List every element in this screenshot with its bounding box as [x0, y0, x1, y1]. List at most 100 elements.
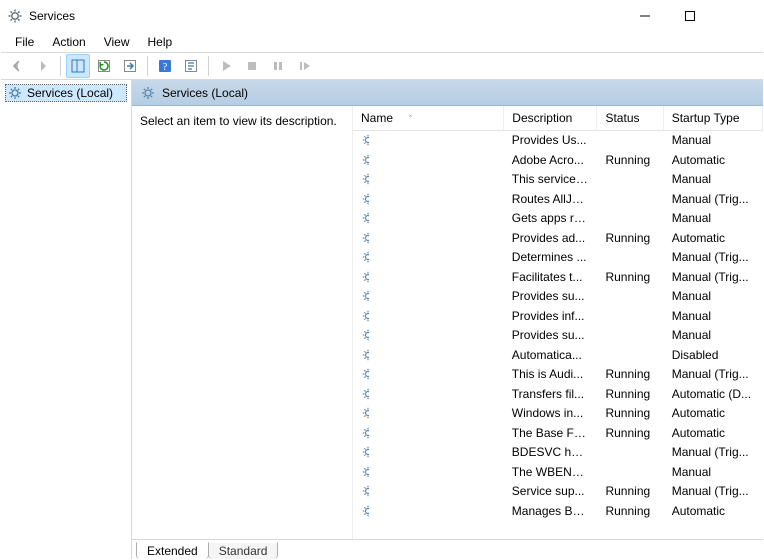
content-header: Services (Local): [132, 80, 763, 106]
service-name-cell[interactable]: Application Layer Gateway ...: [353, 287, 370, 307]
view-tabs: Extended Standard: [132, 539, 763, 559]
table-row[interactable]: Auto Time Zone Updater Automatica... Disab…: [353, 345, 763, 365]
table-row[interactable]: AllJoyn Router ServiceRoutes AllJo...Man…: [353, 189, 763, 209]
content-pane: Services (Local) Select an item to view …: [132, 80, 763, 559]
service-status-cell: Running: [597, 501, 663, 521]
minimize-button[interactable]: [622, 2, 667, 30]
table-row[interactable]: Bluetooth Audio Gateway S...Service sup.…: [353, 482, 763, 502]
service-status-cell: [597, 462, 663, 482]
col-header-name[interactable]: Nameˆ: [353, 106, 504, 130]
col-header-description[interactable]: Description: [504, 106, 597, 130]
menu-view[interactable]: View: [96, 33, 138, 51]
menu-file[interactable]: File: [7, 33, 42, 51]
service-status-cell: [597, 248, 663, 268]
service-startup-cell: Manual (Trig...: [663, 189, 762, 209]
table-row[interactable]: Background Intelligent Tran...Transfers …: [353, 384, 763, 404]
table-row[interactable]: ActiveX Installer (AxInstSV)Provides Us.…: [353, 130, 763, 150]
service-list-wrap: Nameˆ Description Status Startup Type Ac…: [352, 106, 763, 539]
table-row[interactable]: App Readiness Gets apps re... Manual: [353, 209, 763, 229]
service-name-cell[interactable]: Base Filtering Engine: [353, 423, 370, 443]
service-name-cell[interactable]: ActiveX Installer (AxInstSV): [353, 131, 370, 151]
service-name-cell[interactable]: Background Tasks Infrastru...: [353, 404, 370, 424]
table-row[interactable]: Application IdentityDetermines ...Manual…: [353, 248, 763, 268]
nav-root-item[interactable]: Services (Local): [5, 84, 127, 102]
service-name-cell[interactable]: Auto Time Zone Updater: [353, 345, 370, 365]
toolbar-separator: [208, 56, 209, 76]
service-status-cell: Running: [597, 365, 663, 385]
app-icon: [7, 8, 23, 24]
service-status-cell: Running: [597, 267, 663, 287]
table-row[interactable]: Application InformationFacilitates t...R…: [353, 267, 763, 287]
tab-extended[interactable]: Extended: [136, 542, 209, 559]
menu-action[interactable]: Action: [44, 33, 93, 51]
service-name-cell[interactable]: Application Identity: [353, 248, 370, 268]
table-row[interactable]: Bluetooth Driver Managem...Manages BT...…: [353, 501, 763, 521]
service-name-cell[interactable]: ASP.NET State Service: [353, 326, 370, 346]
service-description-cell: BDESVC hos...: [504, 443, 597, 463]
col-header-startup[interactable]: Startup Type: [663, 106, 762, 130]
service-name-cell[interactable]: AllJoyn Router Service: [353, 189, 370, 209]
service-name-cell[interactable]: Block Level Backup Engine ...: [353, 462, 370, 482]
tab-standard[interactable]: Standard: [208, 542, 279, 559]
service-name-cell[interactable]: BitLocker Drive Encryption ...: [353, 443, 370, 463]
service-description-cell: Provides ad...: [504, 228, 597, 248]
service-startup-cell: Disabled: [663, 345, 762, 365]
table-row[interactable]: Block Level Backup Engine ...The WBENG..…: [353, 462, 763, 482]
service-description-cell: Gets apps re...: [504, 209, 597, 229]
table-row[interactable]: Application Layer Gateway ...Provides su…: [353, 287, 763, 307]
service-startup-cell: Automatic: [663, 228, 762, 248]
service-status-cell: [597, 443, 663, 463]
service-name-cell[interactable]: Application Host Helper Ser...: [353, 228, 370, 248]
service-list-scroll[interactable]: Nameˆ Description Status Startup Type Ac…: [353, 106, 763, 539]
refresh-button[interactable]: [92, 54, 116, 78]
gear-icon: [361, 348, 370, 362]
table-row[interactable]: Background Tasks Infrastru...Windows in.…: [353, 404, 763, 424]
toolbar-separator: [147, 56, 148, 76]
gear-icon: [361, 445, 370, 459]
service-status-cell: [597, 189, 663, 209]
forward-button: [31, 54, 55, 78]
maximize-button[interactable]: [667, 2, 712, 30]
help-button[interactable]: ?: [153, 54, 177, 78]
menu-help[interactable]: Help: [140, 33, 181, 51]
gear-icon: [361, 328, 370, 342]
service-startup-cell: Manual: [663, 209, 762, 229]
service-startup-cell: Automatic: [663, 423, 762, 443]
properties-button[interactable]: [179, 54, 203, 78]
service-name-cell[interactable]: Background Intelligent Tran...: [353, 384, 370, 404]
table-row[interactable]: AppX Deployment Service (...Provides inf…: [353, 306, 763, 326]
service-name-cell[interactable]: Adobe Acrobat Update Serv...: [353, 150, 370, 170]
content-header-title: Services (Local): [162, 86, 248, 100]
service-name-cell[interactable]: App Readiness: [353, 209, 370, 229]
service-name-cell[interactable]: Adobe Flash Player Update ...: [353, 170, 370, 190]
service-description-cell: This service ...: [504, 170, 597, 190]
service-name-cell[interactable]: AVCTP service: [353, 365, 370, 385]
service-status-cell: [597, 170, 663, 190]
export-list-button[interactable]: [118, 54, 142, 78]
svg-text:?: ?: [163, 61, 168, 73]
table-row[interactable]: Adobe Acrobat Update Serv...Adobe Acro..…: [353, 150, 763, 170]
nav-pane[interactable]: Services (Local): [1, 80, 132, 559]
service-name-cell[interactable]: AppX Deployment Service (...: [353, 306, 370, 326]
service-table[interactable]: Nameˆ Description Status Startup Type Ac…: [353, 106, 763, 521]
service-name-cell[interactable]: Application Information: [353, 267, 370, 287]
table-row[interactable]: Base Filtering EngineThe Base Fil...Runn…: [353, 423, 763, 443]
table-row[interactable]: AVCTP serviceThis is Audi...RunningManua…: [353, 365, 763, 385]
service-status-cell: [597, 209, 663, 229]
gear-icon: [361, 465, 370, 479]
table-row[interactable]: BitLocker Drive Encryption ... BDESVC hos…: [353, 443, 763, 463]
service-name-cell[interactable]: Bluetooth Driver Managem...: [353, 501, 370, 521]
service-status-cell: Running: [597, 404, 663, 424]
service-status-cell: [597, 345, 663, 365]
service-startup-cell: Automatic: [663, 150, 762, 170]
service-startup-cell: Manual (Trig...: [663, 365, 762, 385]
service-description-cell: Automatica...: [504, 345, 597, 365]
table-row[interactable]: Application Host Helper Ser... Provides a…: [353, 228, 763, 248]
gear-icon: [140, 85, 156, 101]
show-hide-tree-button[interactable]: [66, 54, 90, 78]
service-name-cell[interactable]: Bluetooth Audio Gateway S...: [353, 482, 370, 502]
table-row[interactable]: ASP.NET State ServiceProvides su...Manua…: [353, 326, 763, 346]
table-row[interactable]: Adobe Flash Player Update ... This servic…: [353, 170, 763, 190]
col-header-status[interactable]: Status: [597, 106, 663, 130]
service-status-cell: [597, 130, 663, 150]
